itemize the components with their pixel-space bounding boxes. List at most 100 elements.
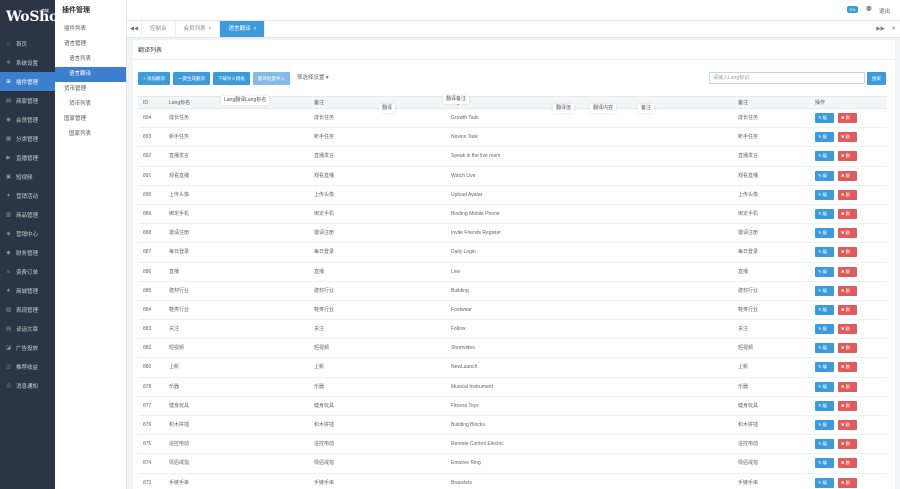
sidebar-item-2[interactable]: ⊞ 插件管理: [0, 72, 55, 91]
edit-button[interactable]: ✎ 编辑: [815, 151, 834, 168]
tabs-next-icon[interactable]: ▶▶: [874, 21, 887, 37]
sidebar-item-11[interactable]: ◆ 财务管理: [0, 243, 55, 262]
sidebar-item-6[interactable]: ▶ 直播管理: [0, 148, 55, 167]
submenu-item-3[interactable]: 语言翻译: [55, 67, 126, 82]
cell-name: 上传头像: [169, 191, 190, 198]
submenu-item-2[interactable]: 语言列表: [55, 52, 126, 67]
sidebar-item-9[interactable]: ▥ 商品管理: [0, 205, 55, 224]
sidebar-item-0[interactable]: ⌂ 首页: [0, 34, 55, 53]
delete-button[interactable]: ✖ 删除: [838, 420, 857, 437]
sidebar-item-1[interactable]: ✲ 系统设置: [0, 53, 55, 72]
edit-button[interactable]: ✎ 编辑: [815, 420, 834, 437]
delete-button[interactable]: ✖ 删除: [838, 247, 857, 264]
delete-button[interactable]: ✖ 删除: [838, 324, 857, 341]
close-icon[interactable]: ✕: [887, 21, 900, 37]
sidebar-item-16[interactable]: ◪ 广告投放: [0, 338, 55, 357]
delete-button[interactable]: ✖ 删除: [838, 208, 857, 226]
sidebar-item-label: 首页: [16, 41, 28, 48]
table-row: 893 新手任务 新手任务 Novice Task 新手任务 ✎ 编辑 ✖ 删除: [138, 128, 887, 149]
sidebar-item-14[interactable]: ▧ 表现管理: [0, 300, 55, 319]
edit-button[interactable]: ✎ 编辑: [815, 458, 834, 475]
delete-button[interactable]: ✖ 删除: [838, 228, 857, 245]
delete-button[interactable]: ✖ 删除: [838, 304, 857, 322]
notification-badge[interactable]: 101: [847, 6, 858, 13]
edit-button[interactable]: ✎ 编辑: [815, 362, 834, 379]
cell-local: 观看直播: [314, 172, 335, 179]
delete-button[interactable]: ✖ 删除: [838, 362, 857, 379]
edit-button[interactable]: ✎ 编辑: [815, 132, 834, 149]
toolbar-button-2[interactable]: 下载导入模板: [212, 72, 250, 85]
delete-button[interactable]: ✖ 删除: [838, 439, 857, 456]
submenu-item-4[interactable]: 货币管理: [55, 82, 126, 97]
edit-button[interactable]: ✎ 编辑: [815, 208, 834, 226]
edit-button[interactable]: ✎ 编辑: [815, 400, 834, 418]
sidebar-item-7[interactable]: ▣ 短视频: [0, 167, 55, 186]
member-icon: ◉: [6, 116, 11, 123]
tab-close-icon[interactable]: ×: [209, 26, 212, 32]
edit-button[interactable]: ✎ 编辑: [815, 439, 834, 456]
tab-0[interactable]: 控制台: [142, 21, 176, 37]
cell-en: Speak in the live room: [451, 153, 501, 160]
edit-button[interactable]: ✎ 编辑: [815, 324, 834, 341]
delete-button[interactable]: ✖ 删除: [838, 266, 857, 284]
sidebar-item-12[interactable]: ≡ 资费订单: [0, 262, 55, 281]
filter-select[interactable]: 筛选择设置 ▾: [297, 72, 329, 85]
delete-button[interactable]: ✖ 删除: [838, 381, 857, 399]
edit-button[interactable]: ✎ 编辑: [815, 304, 834, 322]
sidebar-item-10[interactable]: ◈ 营销中心: [0, 224, 55, 243]
sidebar-item-label: 直播管理: [16, 155, 39, 162]
delete-button[interactable]: ✖ 删除: [838, 477, 857, 488]
delete-button[interactable]: ✖ 删除: [838, 285, 857, 303]
edit-button[interactable]: ✎ 编辑: [815, 266, 834, 284]
sidebar-item-5[interactable]: ▦ 分类管理: [0, 129, 55, 148]
edit-button[interactable]: ✎ 编辑: [815, 113, 834, 130]
table-row: 886 直播 直播 Live 直播 ✎ 编辑 ✖ 删除: [138, 263, 887, 284]
submenu-item-6[interactable]: 国家管理: [55, 112, 126, 127]
sidebar-item-18[interactable]: ◎ 消息通知: [0, 376, 55, 395]
edit-button[interactable]: ✎ 编辑: [815, 228, 834, 245]
edit-button[interactable]: ✎ 编辑: [815, 381, 834, 399]
submenu-item-7[interactable]: 国家列表: [55, 127, 126, 142]
tab-2[interactable]: 语言翻译 ×: [220, 21, 266, 37]
delete-button[interactable]: ✖ 删除: [838, 170, 857, 188]
header-id: ID: [143, 100, 148, 106]
delete-button[interactable]: ✖ 删除: [838, 113, 857, 130]
search-button[interactable]: 搜索: [867, 72, 886, 85]
logo[interactable]: WoShop 商城: [0, 0, 68, 34]
tab-1[interactable]: 会员列表 ×: [176, 21, 221, 37]
delete-button[interactable]: ✖ 删除: [838, 189, 857, 207]
edit-button[interactable]: ✎ 编辑: [815, 189, 834, 207]
search-input[interactable]: 请输入Lang标识: [709, 72, 865, 84]
edit-button[interactable]: ✎ 编辑: [815, 343, 834, 360]
delete-button[interactable]: ✖ 删除: [838, 400, 857, 418]
header-name: Lang标名: [169, 100, 191, 106]
edit-button[interactable]: ✎ 编辑: [815, 170, 834, 188]
edit-button[interactable]: ✎ 编辑: [815, 247, 834, 264]
edit-button[interactable]: ✎ 编辑: [815, 285, 834, 303]
cell-local: 健身玩具: [314, 402, 335, 409]
submenu-item-5[interactable]: 货币列表: [55, 97, 126, 112]
edit-button[interactable]: ✎ 编辑: [815, 477, 834, 488]
delete-button[interactable]: ✖ 删除: [838, 343, 857, 360]
sidebar-item-13[interactable]: ★ 商城管理: [0, 281, 55, 300]
toolbar-button-3[interactable]: 翻译批量导入: [252, 72, 290, 85]
toolbar-button-0[interactable]: + 添加翻译: [138, 72, 170, 85]
sidebar-item-15[interactable]: ▤ 谈话文章: [0, 319, 55, 338]
cell-name: 直播: [169, 268, 180, 275]
logout-link[interactable]: 退出: [879, 7, 890, 15]
sidebar-item-4[interactable]: ◉ 会员管理: [0, 110, 55, 129]
sidebar-item-17[interactable]: ◫ 推荐收益: [0, 357, 55, 376]
tabs-prev-icon[interactable]: ◀◀: [127, 21, 142, 37]
delete-button[interactable]: ✖ 删除: [838, 458, 857, 475]
user-icon[interactable]: ⚉: [866, 5, 872, 13]
toolbar-button-1[interactable]: 一键生成翻译: [172, 72, 210, 85]
submenu-item-0[interactable]: 插件列表: [55, 22, 126, 37]
sidebar-item-8[interactable]: ✦ 营销活动: [0, 186, 55, 205]
submenu-item-1[interactable]: 语言管理: [55, 37, 126, 52]
delete-button[interactable]: ✖ 删除: [838, 132, 857, 149]
tab-close-icon[interactable]: ×: [253, 26, 256, 32]
delete-button[interactable]: ✖ 删除: [838, 151, 857, 168]
sidebar-item-3[interactable]: ▤ 商家管理: [0, 91, 55, 110]
cell-name: 观看直播: [169, 172, 190, 179]
tab-label: 控制台: [150, 26, 167, 32]
